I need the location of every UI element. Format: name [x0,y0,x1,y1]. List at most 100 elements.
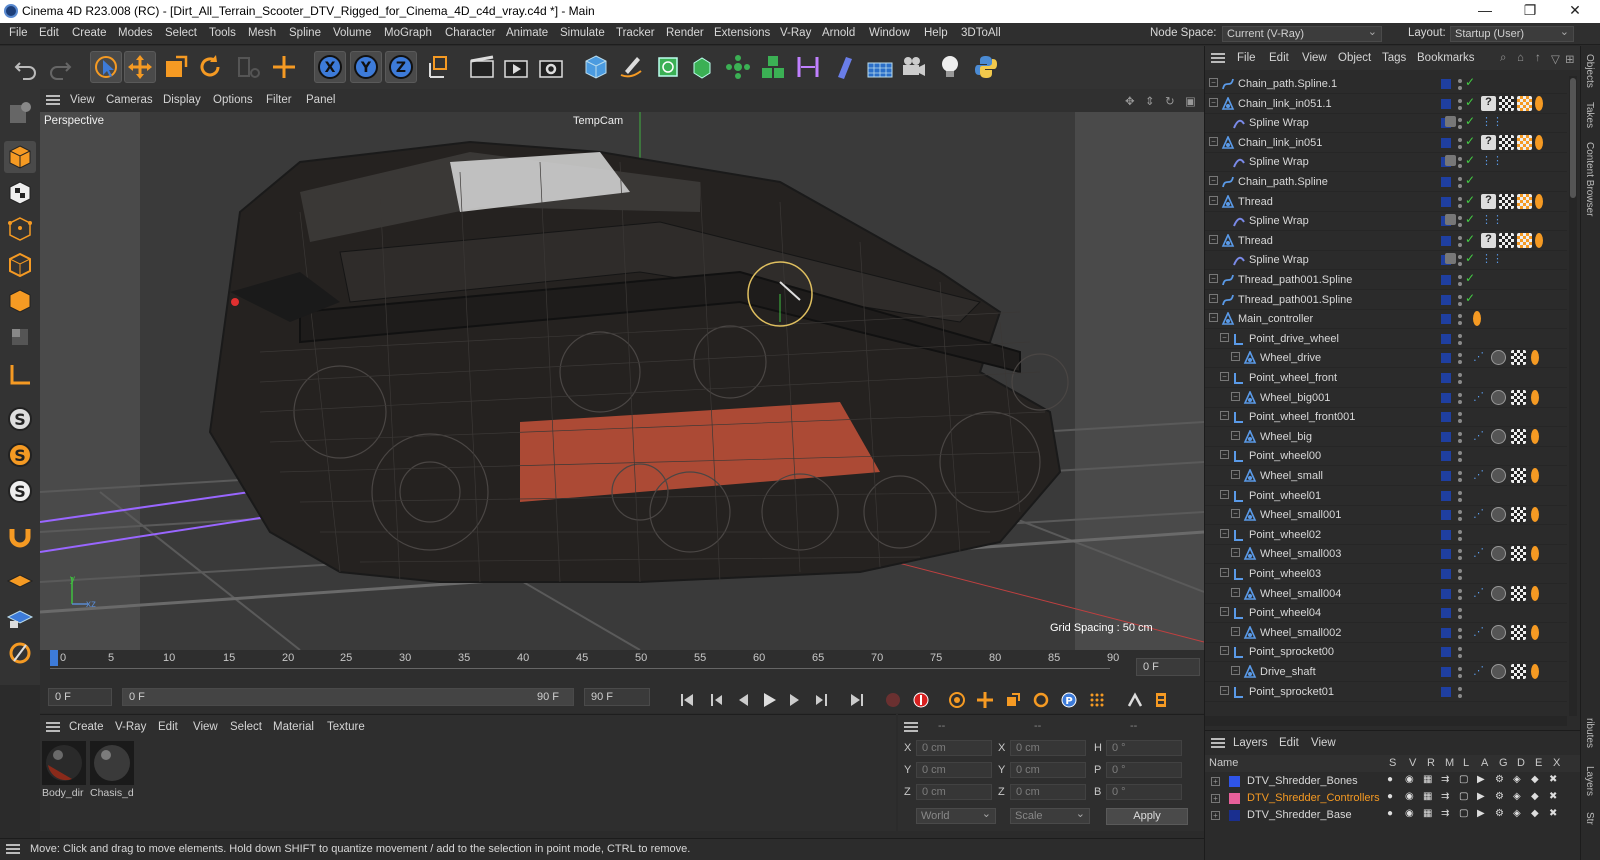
visibility-dots-icon[interactable] [1457,331,1463,347]
menu-tracker[interactable]: Tracker [616,27,655,39]
visibility-dots-icon[interactable] [1457,174,1463,190]
expand-toggle-icon[interactable]: − [1231,548,1240,558]
spline-wrap-tag-icon[interactable]: ⋮⋮ [1481,252,1503,267]
objects-new-window-icon[interactable]: ⊞ [1565,52,1575,66]
texture-tag-icon[interactable] [1511,664,1526,679]
visibility-dots-icon[interactable] [1457,370,1463,386]
objects-home-icon[interactable]: ⌂ [1517,52,1524,64]
object-row[interactable]: − Wheel_small ⋰ [1205,466,1567,486]
material-menu-vray[interactable]: V-Ray [115,721,146,733]
ik-tag-icon[interactable] [1531,546,1539,562]
visibility-dots-icon[interactable] [1457,429,1463,445]
object-name[interactable]: Drive_shaft [1260,666,1316,678]
object-name[interactable]: Spline Wrap [1249,215,1309,227]
layer-expressions-toggle-icon[interactable]: ◆ [1531,791,1539,802]
workplane-button[interactable] [4,359,36,391]
menu-tools[interactable]: Tools [209,27,236,39]
object-name[interactable]: Point_wheel_front [1249,372,1337,384]
expand-toggle-icon[interactable]: − [1231,430,1240,440]
layer-solo-toggle-icon[interactable]: ● [1387,774,1393,785]
side-tab-takes[interactable]: Takes [1584,102,1595,128]
object-row[interactable]: − Wheel_small002 ⋰ [1205,623,1567,643]
start-frame-field[interactable]: 0 F [48,688,112,706]
timeline-window-button[interactable] [1150,689,1172,711]
node-space-dropdown[interactable]: Current (V-Ray) [1222,25,1382,42]
material-menu-texture[interactable]: Texture [327,721,365,733]
go-to-start-button[interactable] [676,689,698,711]
layer-color-icon[interactable] [1441,392,1451,403]
visibility-dots-icon[interactable] [1457,311,1463,327]
key-parameter-button[interactable]: P [1058,689,1080,711]
timeline-ruler[interactable]: 0 5 10 15 20 25 30 35 40 45 50 55 60 65 … [40,650,1204,685]
object-row[interactable]: Spline Wrap ✓ ⋮⋮ [1205,113,1567,134]
layer-color-icon[interactable] [1441,79,1451,89]
playhead[interactable] [50,650,58,666]
ik-tag-icon[interactable] [1535,232,1543,248]
expand-toggle-icon[interactable]: − [1209,313,1218,323]
expand-toggle-icon[interactable]: − [1231,666,1240,675]
layer-color-icon[interactable] [1441,569,1451,579]
side-tab-attributes[interactable]: ributes [1584,718,1595,748]
menu-volume[interactable]: Volume [333,27,371,39]
current-frame-field[interactable]: 0 F [1136,658,1200,676]
expand-toggle-icon[interactable]: − [1209,234,1218,244]
object-name[interactable]: Wheel_drive [1260,352,1321,364]
key-pla-button[interactable] [1086,689,1108,711]
snap-button[interactable]: S [4,403,36,435]
object-row[interactable]: − Point_drive_wheel [1205,329,1567,349]
object-name[interactable]: Point_wheel03 [1249,568,1321,580]
expand-toggle-icon[interactable]: − [1220,685,1229,695]
record-active-objects-button[interactable] [882,689,904,711]
texture-tag-icon[interactable] [1511,428,1526,444]
ik-tag-icon[interactable] [1531,585,1539,601]
unknown-tag-icon[interactable]: ? [1481,232,1496,248]
object-name[interactable]: Wheel_small002 [1260,627,1341,639]
visibility-dots-icon[interactable] [1457,194,1463,210]
layer-color-icon[interactable] [1441,431,1451,442]
object-row[interactable]: − Thread_path001.Spline ✓ [1205,290,1567,310]
object-name[interactable]: Thread_path001.Spline [1238,274,1352,286]
material-menu-material[interactable]: Material [273,721,314,733]
expresso-tag-icon[interactable] [1491,507,1506,523]
expresso-tag-icon[interactable] [1491,389,1506,405]
unknown-tag-icon[interactable]: ? [1481,134,1496,150]
menu-select[interactable]: Select [165,27,197,39]
constraint-tag-icon[interactable]: ⋰ [1473,625,1488,640]
expand-toggle-icon[interactable]: − [1220,607,1229,617]
redo-button[interactable] [44,51,76,83]
texture-tag-icon[interactable] [1511,350,1526,366]
material-swatch[interactable]: Chasis_d [90,741,134,801]
object-name[interactable]: Spline Wrap [1249,156,1309,168]
menu-character[interactable]: Character [445,27,496,39]
visibility-dots-icon[interactable] [1457,507,1463,523]
size-z-field[interactable]: 0 cm [1010,784,1086,800]
rotate-tool-button[interactable] [194,51,226,83]
layer-generators-toggle-icon[interactable]: ⚙ [1495,808,1504,819]
rotation-p-field[interactable]: 0 ° [1106,762,1182,778]
layer-animation-toggle-icon[interactable]: ▶ [1477,808,1485,819]
layer-color-icon[interactable] [1441,510,1451,521]
spline-wrap-tag-icon[interactable]: ⋮⋮ [1481,213,1503,228]
material-hamburger-icon[interactable] [46,722,60,732]
menu-window[interactable]: Window [869,27,910,39]
layer-color-icon[interactable] [1441,471,1451,481]
points-mode-button[interactable] [4,213,36,245]
viewport-orbit-icon[interactable]: ↻ [1165,94,1175,108]
layers-menu-view[interactable]: View [1311,737,1336,749]
visibility-dots-icon[interactable] [1457,546,1463,562]
key-rotation-button[interactable] [1030,689,1052,711]
visibility-dots-icon[interactable] [1457,350,1463,366]
enabled-check-icon[interactable]: ✓ [1465,193,1475,207]
viewport-maximize-icon[interactable]: ▣ [1185,94,1196,108]
camera-label[interactable]: TempCam [573,115,623,127]
enabled-check-icon[interactable]: ✓ [1465,75,1475,89]
expand-toggle-icon[interactable]: − [1209,274,1218,283]
viewport-menu-filter[interactable]: Filter [266,94,292,106]
expresso-tag-icon[interactable] [1491,428,1506,444]
viewport-menu-panel[interactable]: Panel [306,94,335,106]
layer-locked-toggle-icon[interactable]: ▢ [1459,791,1468,802]
layer-color-icon[interactable] [1441,686,1451,697]
object-name[interactable]: Wheel_small003 [1260,548,1341,560]
next-key-button[interactable] [810,689,832,711]
render-to-picture-viewer-button[interactable] [500,51,532,83]
